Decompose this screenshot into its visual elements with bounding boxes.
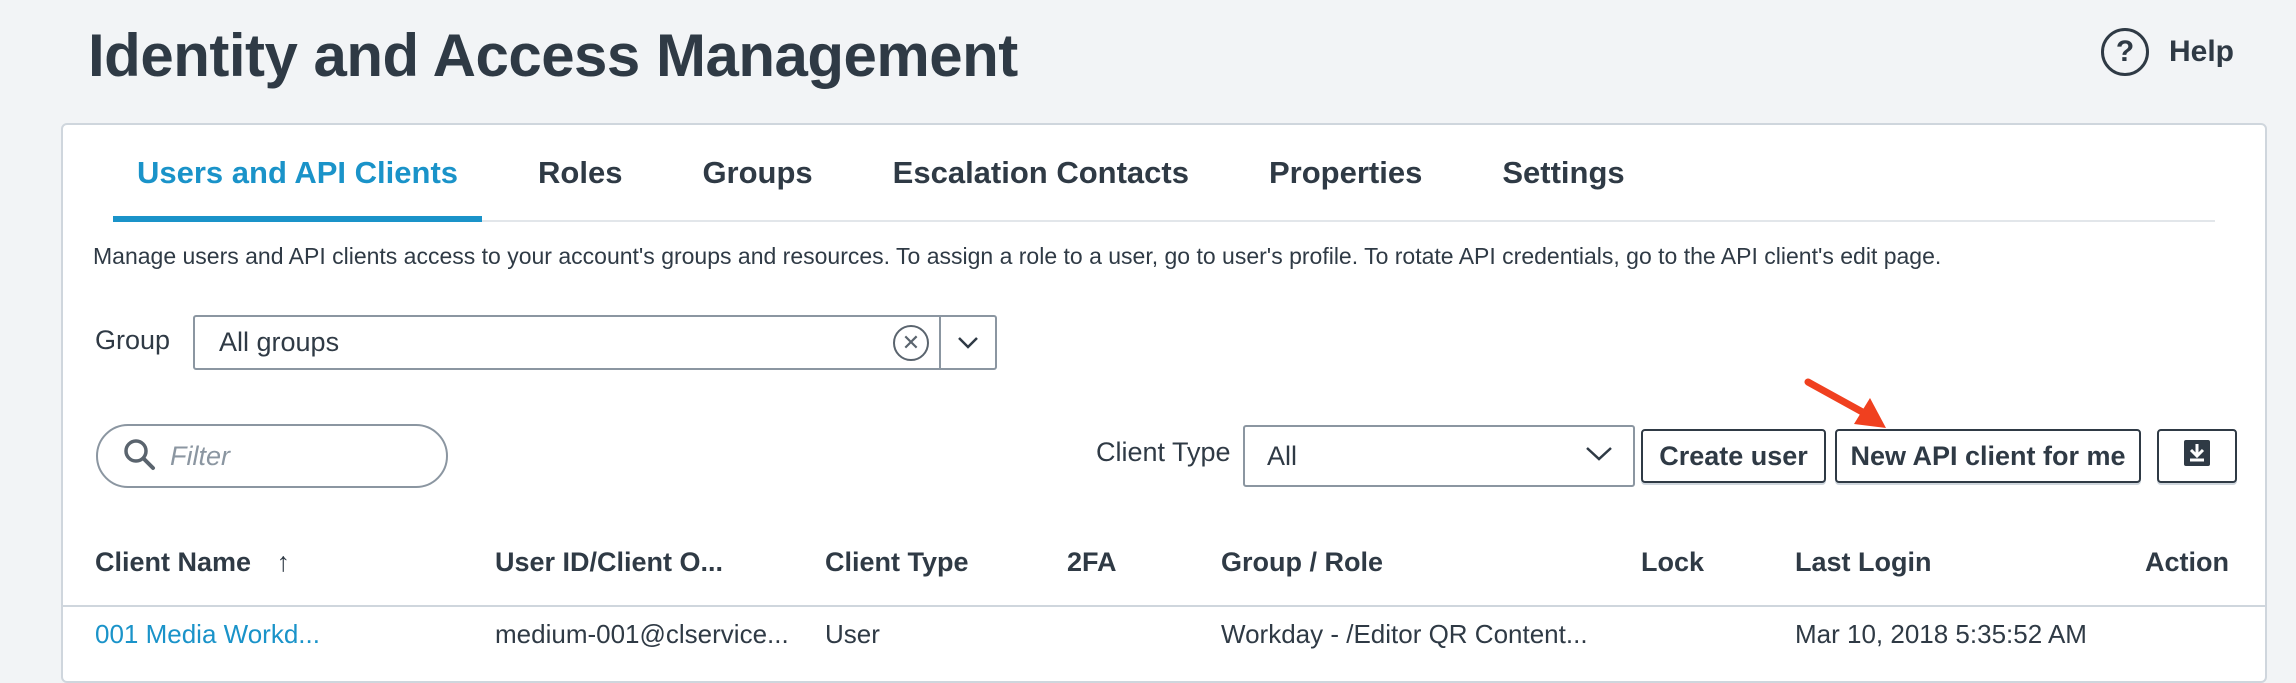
clear-icon[interactable]: ✕ xyxy=(893,324,929,361)
download-button[interactable] xyxy=(2157,429,2237,483)
group-select[interactable]: All groups ✕ xyxy=(193,315,997,370)
sort-arrow-up-icon: ↑ xyxy=(276,547,291,577)
help-label: Help xyxy=(2168,35,2234,68)
filter-input[interactable] xyxy=(168,439,392,473)
help-icon: ? xyxy=(2100,28,2149,76)
group-label: Group xyxy=(95,325,171,355)
tab-users-and-api-clients[interactable]: Users and API Clients xyxy=(113,125,483,222)
main-panel: Users and API Clients Roles Groups Escal… xyxy=(61,123,2267,683)
chevron-down-icon xyxy=(1585,446,1613,467)
column-header-client-name[interactable]: Client Name ↑ xyxy=(95,547,290,578)
column-header-user-id[interactable]: User ID/Client O... xyxy=(495,547,723,578)
help-link[interactable]: ? Help xyxy=(2100,28,2234,76)
client-name-link[interactable]: 001 Media Workd... xyxy=(95,619,320,650)
table-header: Client Name ↑ User ID/Client O... Client… xyxy=(63,525,2265,607)
group-role-cell: Workday - /Editor QR Content... xyxy=(1221,619,1588,649)
tab-bar: Users and API Clients Roles Groups Escal… xyxy=(113,125,2215,222)
column-header-2fa[interactable]: 2FA xyxy=(1067,547,1117,578)
download-icon xyxy=(2182,438,2212,475)
column-header-group-role[interactable]: Group / Role xyxy=(1221,547,1383,578)
new-api-client-button[interactable]: New API client for me xyxy=(1835,429,2141,483)
tab-roles[interactable]: Roles xyxy=(514,125,646,220)
user-id-cell: medium-001@clservice... xyxy=(495,619,789,649)
column-header-action: Action xyxy=(2145,547,2229,577)
client-type-label: Client Type xyxy=(1096,437,1231,467)
last-login-cell: Mar 10, 2018 5:35:52 AM xyxy=(1795,619,2087,649)
create-user-button[interactable]: Create user xyxy=(1641,429,1826,483)
tab-escalation-contacts[interactable]: Escalation Contacts xyxy=(869,125,1213,220)
annotation-arrow-icon xyxy=(1804,378,1886,428)
column-header-client-type[interactable]: Client Type xyxy=(825,547,969,578)
filter-search-box[interactable] xyxy=(96,424,448,488)
search-icon xyxy=(122,437,156,476)
tab-properties[interactable]: Properties xyxy=(1245,125,1446,220)
page-description: Manage users and API clients access to y… xyxy=(93,243,1942,269)
client-type-value: All xyxy=(1267,440,1298,471)
group-select-value: All groups xyxy=(219,327,340,357)
client-type-cell: User xyxy=(825,619,880,649)
tab-settings[interactable]: Settings xyxy=(1478,125,1648,220)
chevron-down-icon[interactable] xyxy=(939,317,995,368)
table-row[interactable]: 001 Media Workd... medium-001@clservice.… xyxy=(63,607,2265,667)
tab-groups[interactable]: Groups xyxy=(678,125,836,220)
column-header-last-login[interactable]: Last Login xyxy=(1795,547,1932,578)
column-header-lock[interactable]: Lock xyxy=(1641,547,1704,578)
client-type-select[interactable]: All xyxy=(1243,425,1635,487)
page-title: Identity and Access Management xyxy=(88,22,1018,89)
